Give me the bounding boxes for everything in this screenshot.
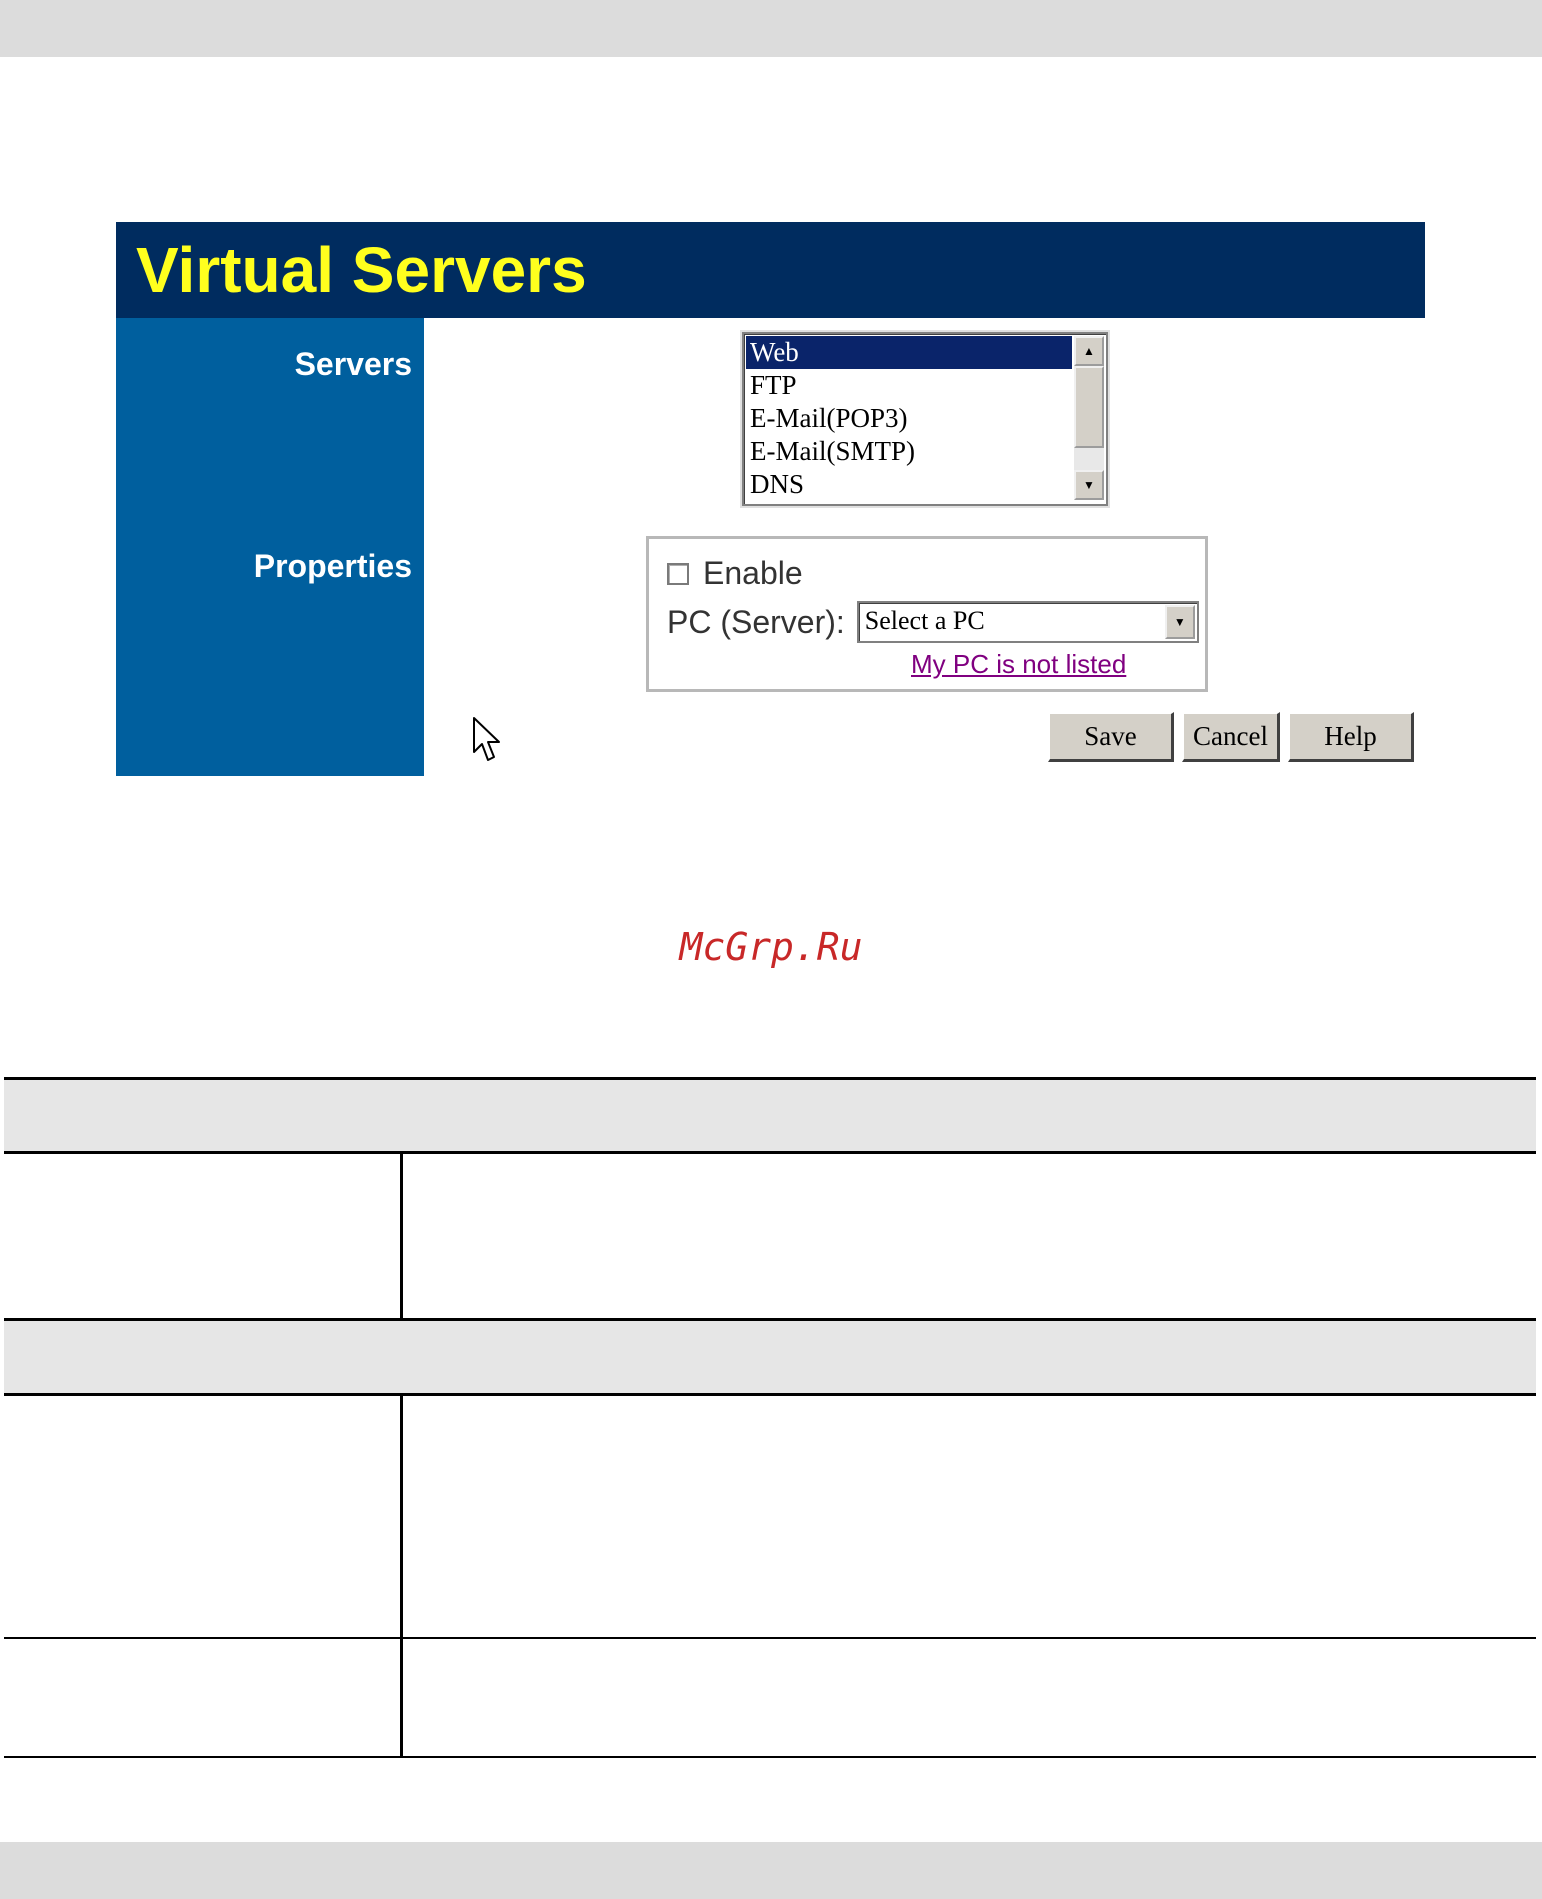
virtual-servers-screen: Virtual Servers Servers Properties Web F… xyxy=(116,222,1425,776)
page-title: Virtual Servers xyxy=(136,234,587,306)
servers-label: Servers xyxy=(294,346,412,382)
list-item-web[interactable]: Web xyxy=(746,336,1072,369)
servers-listbox[interactable]: Web FTP E-Mail(POP3) E-Mail(SMTP) DNS ▲ … xyxy=(742,332,1108,506)
enable-row: Enable xyxy=(667,555,803,592)
list-item-ftp[interactable]: FTP xyxy=(746,369,1072,402)
properties-panel: Enable PC (Server): Select a PC ▼ My PC … xyxy=(646,536,1208,692)
scroll-thumb[interactable] xyxy=(1074,366,1104,448)
list-item-email-pop3[interactable]: E-Mail(POP3) xyxy=(746,402,1072,435)
properties-label: Properties xyxy=(253,548,412,584)
help-button[interactable]: Help xyxy=(1288,712,1414,762)
title-bar: Virtual Servers xyxy=(116,222,1425,318)
table-rule xyxy=(4,1637,1536,1639)
table-rule xyxy=(4,1077,1536,1080)
table-rule xyxy=(4,1318,1536,1321)
save-button[interactable]: Save xyxy=(1048,712,1174,762)
sidebar: Servers Properties xyxy=(116,318,424,776)
scroll-down-arrow-icon[interactable]: ▼ xyxy=(1074,470,1104,500)
pc-server-label: PC (Server): xyxy=(667,603,845,640)
list-item-email-smtp[interactable]: E-Mail(SMTP) xyxy=(746,435,1072,468)
table-column-divider xyxy=(400,1153,403,1319)
table-rule xyxy=(4,1756,1536,1758)
chevron-down-icon[interactable]: ▼ xyxy=(1164,605,1195,639)
table-column-divider xyxy=(400,1395,403,1757)
watermark: McGrp.Ru xyxy=(679,925,863,969)
list-item-dns[interactable]: DNS xyxy=(746,468,1072,501)
enable-checkbox[interactable] xyxy=(667,562,689,585)
mouse-cursor-icon xyxy=(473,717,500,761)
cancel-button[interactable]: Cancel xyxy=(1182,712,1280,762)
pc-server-row: PC (Server): Select a PC ▼ xyxy=(667,601,1199,643)
enable-label: Enable xyxy=(703,555,803,591)
pc-server-select[interactable]: Select a PC ▼ xyxy=(856,601,1199,643)
table-rule xyxy=(4,1151,1536,1154)
page-header-band xyxy=(0,0,1542,57)
servers-list: Web FTP E-Mail(POP3) E-Mail(SMTP) DNS xyxy=(746,336,1072,501)
listbox-scrollbar[interactable]: ▲ ▼ xyxy=(1074,336,1104,500)
scroll-up-arrow-icon[interactable]: ▲ xyxy=(1074,336,1104,366)
table-section-header xyxy=(4,1079,1536,1153)
table-rule xyxy=(4,1393,1536,1396)
pc-server-select-value: Select a PC xyxy=(864,606,985,635)
page-footer-band xyxy=(0,1842,1542,1899)
table-section-header xyxy=(4,1320,1536,1394)
info-table xyxy=(4,1077,1536,1759)
my-pc-not-listed-link[interactable]: My PC is not listed xyxy=(911,649,1126,680)
